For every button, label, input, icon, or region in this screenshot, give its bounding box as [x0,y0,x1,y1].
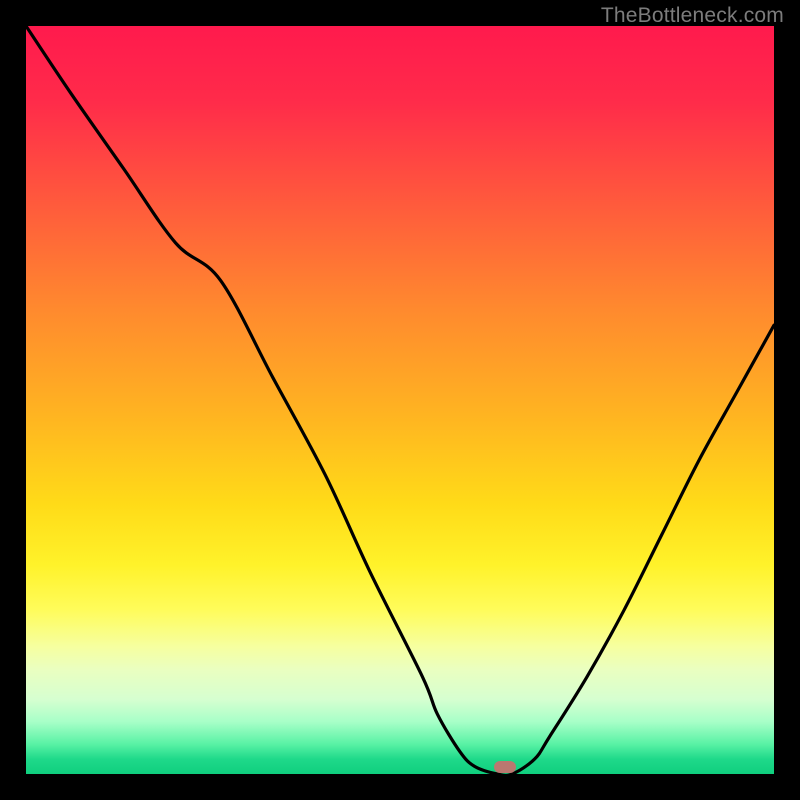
bottleneck-curve [26,26,774,774]
watermark-text: TheBottleneck.com [601,4,784,28]
chart-container: TheBottleneck.com [0,0,800,800]
plot-area [26,26,774,774]
optimum-marker [494,761,516,773]
